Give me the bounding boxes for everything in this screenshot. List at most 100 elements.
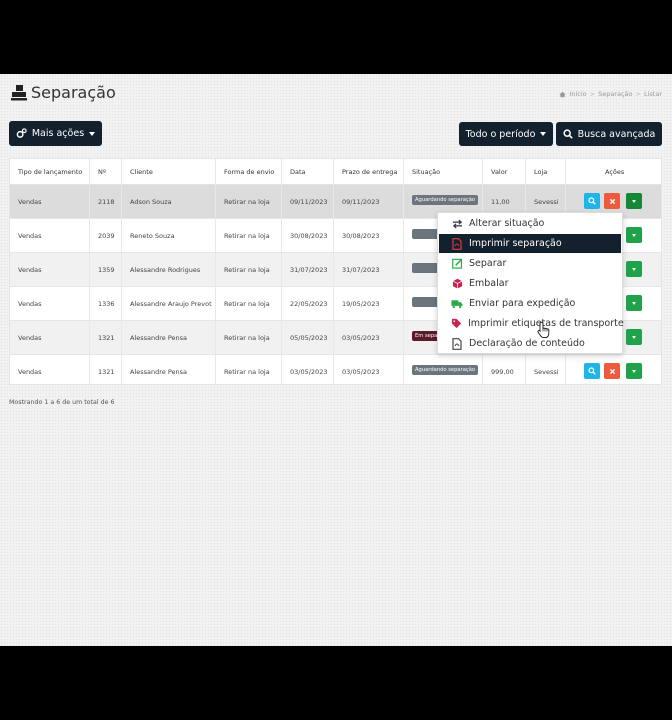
column-header[interactable]: Cliente	[130, 168, 153, 176]
cell-client: Reneto Souza	[130, 232, 175, 240]
table-row[interactable]: Vendas 1321 Alessandre Pensa Retirar na …	[10, 355, 661, 389]
cell-type: Vendas	[18, 232, 42, 240]
cell-number: 1321	[98, 368, 115, 376]
menu-item-label: Declaração de conteúdo	[469, 338, 585, 349]
view-button[interactable]	[584, 363, 600, 379]
breadcrumb-separator: >	[589, 90, 596, 98]
column-header[interactable]: Loja	[534, 168, 547, 176]
page-header: Separação Início > Separação > Listar	[10, 82, 662, 106]
menu-item-label: Alterar situação	[469, 218, 545, 229]
search-icon	[588, 197, 596, 205]
cell-shipping: Retirar na loja	[224, 300, 270, 308]
box-icon	[451, 278, 463, 290]
menu-item-label: Embalar	[469, 278, 509, 289]
delete-button[interactable]	[604, 363, 620, 379]
edit-icon	[451, 258, 463, 270]
cell-number: 1359	[98, 266, 115, 274]
truck-icon	[451, 298, 463, 310]
pdf-icon	[451, 237, 463, 250]
row-actions-dropdown-button[interactable]	[626, 363, 642, 379]
close-icon	[609, 198, 615, 204]
cell-shipping: Retirar na loja	[224, 198, 270, 206]
column-divider	[121, 159, 122, 384]
swap-arrows-icon	[451, 218, 463, 230]
tag-icon	[451, 318, 462, 330]
cell-value: 11,00	[491, 198, 510, 206]
column-header[interactable]: Prazo de entrega	[342, 168, 397, 176]
caret-down-icon	[632, 233, 636, 237]
column-header[interactable]: Tipo de lançamento	[18, 168, 82, 176]
cell-date: 31/07/2023	[290, 266, 328, 274]
cell-type: Vendas	[18, 266, 42, 274]
menu-item-separate[interactable]: Separar	[439, 254, 621, 273]
row-actions-dropdown-button[interactable]	[626, 295, 642, 311]
table-header: Tipo de lançamento Nº Cliente Forma de e…	[10, 159, 661, 185]
column-divider	[215, 159, 216, 384]
cell-number: 1321	[98, 334, 115, 342]
status-badge	[412, 263, 440, 273]
cell-type: Vendas	[18, 198, 42, 206]
caret-down-icon	[632, 335, 636, 339]
column-divider	[281, 159, 282, 384]
cell-date: 03/05/2023	[290, 368, 328, 376]
cell-value: 999,00	[491, 368, 514, 376]
row-actions-menu: Alterar situação Imprimir separação Sepa…	[437, 212, 624, 354]
cell-store: Sevessi	[534, 368, 559, 376]
breadcrumb-current: Listar	[643, 90, 662, 98]
breadcrumb-home[interactable]: Início	[569, 90, 586, 98]
cell-date: 09/11/2023	[290, 198, 328, 206]
pagination-info: Mostrando 1 a 6 de um total de 6	[9, 399, 115, 406]
caret-down-icon	[632, 199, 636, 203]
caret-down-icon	[89, 131, 96, 136]
column-header[interactable]: Forma de envio	[224, 168, 274, 176]
advanced-search-label: Busca avançada	[577, 128, 656, 140]
delete-button[interactable]	[604, 193, 620, 209]
row-actions-dropdown-button[interactable]	[626, 227, 642, 243]
menu-item-send-to-shipping[interactable]: Enviar para expedição	[439, 294, 621, 313]
status-badge	[412, 297, 440, 307]
menu-item-print-shipping-labels[interactable]: Imprimir etiquetas de transporte	[439, 314, 624, 333]
breadcrumb: Início > Separação > Listar	[559, 90, 662, 98]
cell-date: 05/05/2023	[290, 334, 328, 342]
breadcrumb-section[interactable]: Separação	[598, 90, 632, 98]
cell-type: Vendas	[18, 300, 42, 308]
menu-item-change-status[interactable]: Alterar situação	[439, 214, 621, 233]
cell-deadline: 03/05/2023	[342, 334, 380, 342]
hand-truck-icon	[11, 85, 27, 101]
view-button[interactable]	[584, 193, 600, 209]
menu-item-pack[interactable]: Embalar	[439, 274, 621, 293]
cell-client: Alessandre Araujo Prevot	[130, 300, 212, 308]
cell-date: 30/08/2023	[290, 232, 328, 240]
cell-client: Adson Souza	[130, 198, 172, 206]
column-header[interactable]: Data	[290, 168, 306, 176]
caret-down-icon	[632, 267, 636, 271]
more-actions-label: Mais ações	[31, 128, 85, 139]
cell-shipping: Retirar na loja	[224, 368, 270, 376]
cell-client: Alessandre Rodrigues	[130, 266, 201, 274]
column-header[interactable]: Situação	[412, 168, 440, 176]
period-filter-button[interactable]: Todo o período	[459, 122, 553, 146]
row-actions-dropdown-button[interactable]	[626, 193, 642, 209]
column-header: Ações	[605, 168, 625, 176]
menu-item-label: Enviar para expedição	[469, 298, 576, 309]
advanced-search-button[interactable]: Busca avançada	[556, 122, 662, 146]
app-window: Separação Início > Separação > Listar Ma…	[0, 74, 672, 646]
column-header[interactable]: Nº	[98, 168, 106, 176]
menu-item-label: Separar	[469, 258, 507, 269]
more-actions-button[interactable]: Mais ações	[9, 121, 102, 146]
row-actions-dropdown-button[interactable]	[626, 329, 642, 345]
cell-deadline: 09/11/2023	[342, 198, 380, 206]
menu-item-content-declaration[interactable]: Declaração de conteúdo	[439, 334, 621, 353]
menu-item-label: Imprimir separação	[469, 238, 562, 249]
cell-date: 22/05/2023	[290, 300, 328, 308]
cell-shipping: Retirar na loja	[224, 232, 270, 240]
menu-item-print-separation[interactable]: Imprimir separação	[439, 234, 621, 253]
hand-pointer-cursor-icon	[537, 321, 550, 339]
cogs-icon	[16, 128, 27, 138]
cell-number: 2118	[98, 198, 115, 206]
row-actions-dropdown-button[interactable]	[626, 261, 642, 277]
home-icon	[559, 91, 567, 97]
caret-down-icon	[632, 369, 636, 373]
cell-shipping: Retirar na loja	[224, 334, 270, 342]
column-header[interactable]: Valor	[491, 168, 507, 176]
